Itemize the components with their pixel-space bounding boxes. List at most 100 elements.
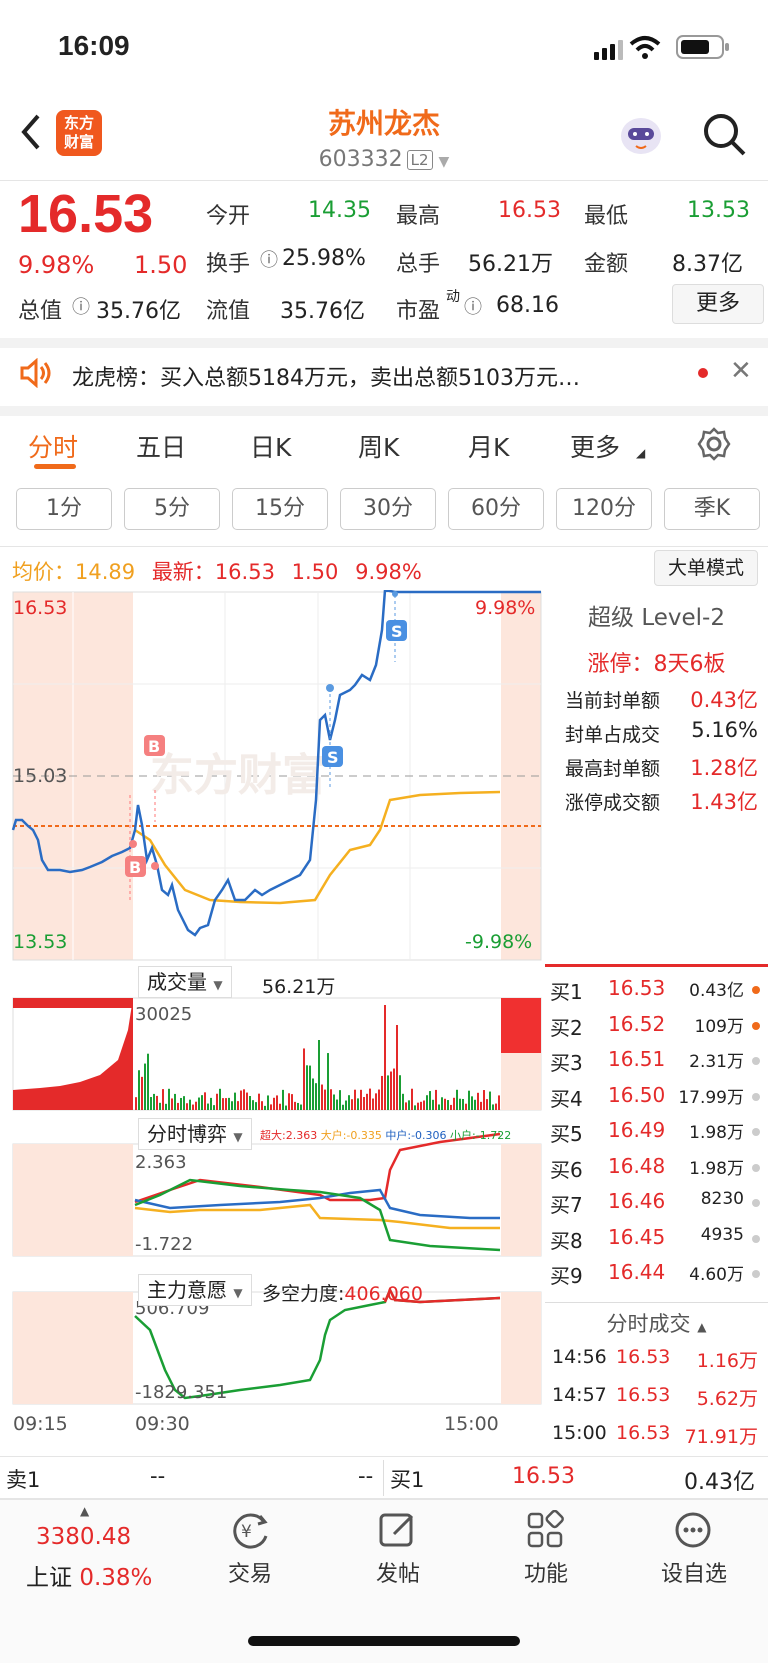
- order-book-row[interactable]: 买4 16.50 17.99万: [550, 1083, 760, 1117]
- info-icon[interactable]: ⓘ: [260, 246, 278, 272]
- tick-row: 14:56 16.53 1.16万: [552, 1346, 762, 1372]
- volume-label: 总手: [396, 252, 441, 277]
- intent-indicator-select[interactable]: 主力意愿 ▼: [138, 1274, 252, 1306]
- info-icon[interactable]: ⓘ: [72, 293, 90, 319]
- game-label: 分时博弈: [147, 1122, 227, 1146]
- tick-qty: 1.16万: [696, 1350, 758, 1372]
- intent-min-label: -1829.351: [135, 1382, 227, 1403]
- period-60m[interactable]: 60分: [448, 488, 544, 530]
- volume-bar: [429, 1091, 431, 1110]
- nav-trade-label: 交易: [227, 1562, 272, 1587]
- index-name: 上证: [26, 1565, 72, 1591]
- ticks-title-row[interactable]: 分时成交 ▲: [545, 1308, 768, 1338]
- order-book-row[interactable]: 买6 16.48 1.98万: [550, 1154, 760, 1188]
- status-dot: [752, 1128, 760, 1136]
- order-book-row[interactable]: 买1 16.53 0.43亿: [550, 976, 760, 1010]
- status-dot: [752, 986, 760, 994]
- amount-value: 8.37亿: [672, 252, 743, 277]
- tab-five-day[interactable]: 五日: [136, 428, 186, 464]
- tab-monthly-k[interactable]: 月K: [468, 428, 509, 464]
- tab-weekly-k[interactable]: 周K: [358, 428, 399, 464]
- order-book-row[interactable]: 买3 16.51 2.31万: [550, 1047, 760, 1081]
- volume-bar: [345, 1100, 347, 1110]
- caret-up-icon: ▲: [80, 1504, 90, 1518]
- notice-text[interactable]: 龙虎榜：买入总额5184万元，卖出总额5103万元…: [72, 360, 580, 392]
- volume-bar: [210, 1097, 212, 1110]
- big-order-mode-button[interactable]: 大单模式: [654, 550, 758, 586]
- search-icon[interactable]: [702, 112, 748, 158]
- game-legend: 超大:2.363 大户:-0.335 中户:-0.306 小户:-1.722: [260, 1127, 511, 1143]
- wifi-icon: [629, 36, 661, 59]
- volume-bar: [237, 1101, 239, 1110]
- volume-bar: [144, 1063, 146, 1110]
- game-indicator-select[interactable]: 分时博弈 ▼: [138, 1118, 252, 1150]
- price-min-label: 13.53: [13, 931, 67, 953]
- sell1-qty: --: [358, 1464, 374, 1488]
- period-120m[interactable]: 120分: [556, 488, 652, 530]
- close-icon[interactable]: ✕: [730, 356, 752, 386]
- more-button[interactable]: 更多: [672, 284, 764, 324]
- time-0915: 09:15: [13, 1413, 68, 1435]
- volume-value: 56.21万: [468, 252, 553, 277]
- info-icon[interactable]: ⓘ: [464, 293, 482, 319]
- level2-panel[interactable]: 超级 Level-2 涨停：8天6板 当前封单额 0.43亿 封单占成交 5.1…: [545, 590, 768, 958]
- sell-marker-label: S: [391, 622, 403, 641]
- volume-bar: [240, 1090, 242, 1110]
- volume-bar: [420, 1101, 422, 1110]
- intraday-chart[interactable]: 东方财富 B B S S 16.53 15.03 13.53 9.98% -9.…: [0, 590, 545, 1460]
- order-book-row[interactable]: 买7 16.46 8230: [550, 1189, 760, 1223]
- volume-bar: [384, 1005, 386, 1110]
- l2-value: 1.43亿: [690, 790, 758, 814]
- nav-function[interactable]: 功能: [496, 1510, 596, 1588]
- period-30m[interactable]: 30分: [340, 488, 436, 530]
- volume-bar: [366, 1093, 368, 1110]
- robot-avatar-icon[interactable]: [616, 112, 666, 156]
- period-15m[interactable]: 15分: [232, 488, 328, 530]
- order-book-row[interactable]: 买9 16.44 4.60万: [550, 1260, 760, 1294]
- period-1m[interactable]: 1分: [16, 488, 112, 530]
- nav-watchlist[interactable]: 设自选: [644, 1510, 744, 1588]
- order-book-row[interactable]: 买2 16.52 109万: [550, 1012, 760, 1046]
- volume-bar: [339, 1090, 341, 1110]
- nav-post[interactable]: 发帖: [348, 1510, 448, 1588]
- change-percent: 9.98%: [18, 251, 95, 279]
- volume-bar: [354, 1089, 356, 1110]
- volume-bar: [408, 1100, 410, 1110]
- volume-indicator-select[interactable]: 成交量 ▼: [138, 966, 232, 998]
- volume-total: 56.21万: [262, 976, 336, 998]
- avg-value: 14.89: [75, 560, 136, 584]
- volume-bar: [216, 1093, 218, 1110]
- index-row[interactable]: 上证 0.38%: [26, 1558, 152, 1592]
- nav-function-label: 功能: [523, 1562, 568, 1587]
- tab-more[interactable]: 更多: [570, 428, 620, 464]
- volume-bar: [486, 1099, 488, 1110]
- volume-bar: [159, 1102, 161, 1110]
- bid-price: 16.53: [608, 976, 666, 1000]
- tab-intraday[interactable]: 分时: [28, 428, 78, 464]
- gear-icon[interactable]: [696, 426, 732, 462]
- pct-min-label: -9.98%: [465, 931, 532, 953]
- float-label: 流值: [206, 299, 251, 324]
- l2-value: 0.43亿: [690, 688, 758, 712]
- avg-label: 均价：: [12, 560, 75, 584]
- l2-value: 5.16%: [691, 718, 758, 742]
- mktcap-label: 总值: [18, 299, 63, 324]
- order-book-row[interactable]: 买8 16.45 4935: [550, 1225, 760, 1259]
- tab-daily-k[interactable]: 日K: [250, 428, 291, 464]
- volume-bar: [336, 1099, 338, 1110]
- home-indicator: [248, 1636, 520, 1646]
- bid-qty: 17.99万: [678, 1087, 744, 1108]
- volume-bar: [279, 1103, 281, 1110]
- volume-bar: [207, 1103, 209, 1110]
- open-label: 今开: [206, 204, 251, 229]
- legend-mid: 中户:-0.306: [385, 1129, 447, 1142]
- period-quarter-k[interactable]: 季K: [664, 488, 760, 530]
- volume-bar: [453, 1097, 455, 1110]
- status-dot: [752, 1092, 760, 1101]
- volume-bar: [381, 1075, 383, 1110]
- index-value[interactable]: 3380.48: [36, 1524, 131, 1550]
- order-book-row[interactable]: 买5 16.49 1.98万: [550, 1118, 760, 1152]
- volume-bar: [450, 1104, 452, 1110]
- nav-trade[interactable]: ¥ 交易: [200, 1510, 300, 1588]
- period-5m[interactable]: 5分: [124, 488, 220, 530]
